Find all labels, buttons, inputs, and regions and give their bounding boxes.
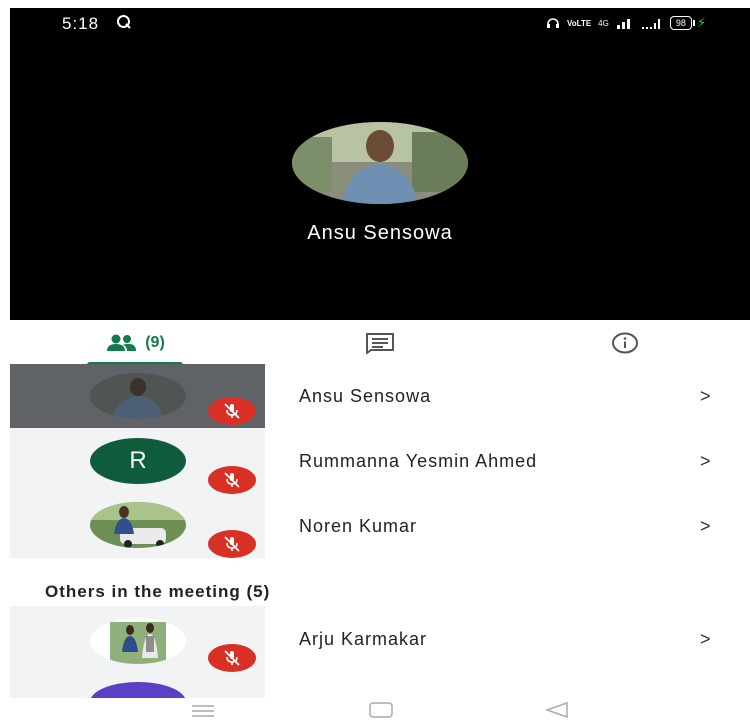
battery-level: 98	[669, 16, 692, 30]
menu-icon[interactable]	[191, 704, 215, 718]
participant-name: Ansu Sensowa	[299, 386, 432, 406]
participant-row[interactable]: Ansu Sensowa >	[10, 364, 750, 428]
status-icons: VoLTE 4G 98 ⚡	[546, 15, 706, 31]
search-app-icon	[117, 15, 131, 29]
participant-row[interactable]: R Rummanna Yesmin Ahmed >	[10, 428, 750, 494]
people-count: (9)	[145, 334, 165, 351]
participant-tile: R	[10, 428, 265, 494]
avatar	[90, 373, 186, 419]
chevron-right-icon[interactable]: >	[700, 629, 711, 650]
tab-people[interactable]: (9)	[86, 320, 184, 366]
chevron-right-icon[interactable]: >	[700, 516, 711, 537]
mic-off-icon	[224, 650, 240, 666]
avatar-initial: R	[129, 447, 147, 474]
muted-badge	[208, 397, 256, 425]
participant-name: Arju Karmakar	[299, 629, 428, 649]
speaker-name: Ansu Sensowa	[307, 222, 453, 244]
muted-badge	[208, 466, 256, 494]
participant-name: Rummanna Yesmin Ahmed	[299, 451, 538, 471]
signal-2-icon	[641, 19, 660, 29]
tab-bar: (9)	[10, 320, 750, 367]
participant-tile	[10, 606, 265, 722]
participant-name: Noren Kumar	[299, 516, 418, 536]
meet-screen: 5:18 VoLTE 4G 98 ⚡ Ansu Sensowa (9) Ansu…	[10, 8, 750, 722]
mic-off-icon	[224, 403, 240, 419]
back-icon[interactable]	[545, 702, 569, 718]
people-icon	[107, 334, 137, 351]
participant-tile	[10, 494, 265, 558]
system-nav-bar	[10, 698, 750, 722]
avatar: R	[90, 438, 186, 484]
network-type-label: 4G	[598, 18, 609, 28]
participant-row[interactable]: Noren Kumar >	[10, 494, 750, 558]
home-icon[interactable]	[369, 702, 393, 718]
status-time: 5:18	[62, 14, 100, 33]
status-bar: 5:18 VoLTE 4G 98 ⚡	[10, 8, 750, 38]
tab-chat[interactable]	[355, 320, 405, 366]
mic-off-icon	[224, 472, 240, 488]
muted-badge	[208, 644, 256, 672]
speaker-avatar	[292, 122, 468, 204]
participant-tile	[10, 364, 265, 428]
chevron-right-icon[interactable]: >	[700, 451, 711, 472]
avatar	[90, 618, 186, 664]
chevron-right-icon[interactable]: >	[700, 386, 711, 407]
headphones-icon	[547, 18, 560, 28]
participant-row[interactable]: Arju Karmakar >	[10, 606, 750, 722]
volte-label: VoLTE	[567, 18, 592, 28]
charging-icon: ⚡	[696, 15, 706, 30]
chat-icon	[366, 333, 394, 354]
battery-icon: 98 ⚡	[669, 15, 706, 31]
muted-badge	[208, 530, 256, 558]
mic-off-icon	[224, 536, 240, 552]
info-icon	[612, 332, 638, 354]
signal-icon	[616, 19, 630, 29]
main-video-area[interactable]: 5:18 VoLTE 4G 98 ⚡ Ansu Sensowa	[10, 8, 750, 320]
tab-info[interactable]	[600, 320, 650, 366]
others-section-title: Others in the meeting (5)	[45, 582, 271, 601]
avatar	[90, 502, 186, 548]
